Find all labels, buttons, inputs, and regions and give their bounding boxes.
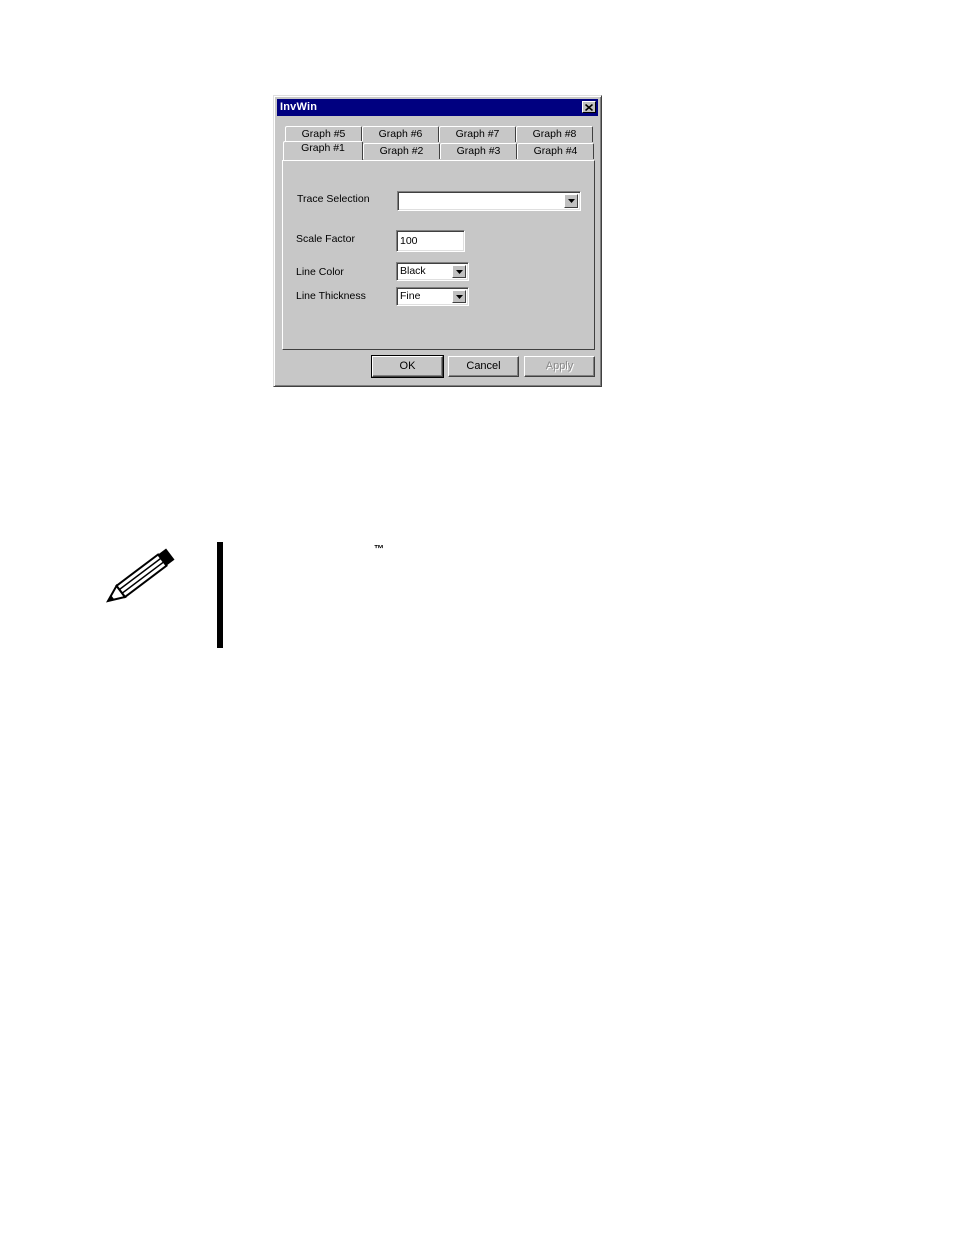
trace-selection-dropdown-button[interactable] — [564, 194, 578, 208]
scale-factor-label: Scale Factor — [296, 233, 355, 245]
tab-graph-1[interactable]: Graph #1 — [283, 141, 363, 160]
pencil-icon — [106, 548, 175, 603]
invwin-dialog: InvWin Graph #5 Graph #6 Graph #7 Graph … — [273, 95, 602, 387]
close-button[interactable] — [582, 101, 596, 113]
ok-button[interactable]: OK — [371, 355, 444, 378]
chevron-down-icon — [455, 269, 463, 274]
cancel-button[interactable]: Cancel — [448, 356, 519, 377]
tab-graph-6[interactable]: Graph #6 — [362, 126, 439, 142]
line-thickness-label: Line Thickness — [296, 290, 366, 302]
title-bar[interactable]: InvWin — [277, 99, 598, 116]
trace-selection-dropdown[interactable] — [397, 191, 581, 211]
dialog-title: InvWin — [280, 101, 318, 113]
tab-graph-7[interactable]: Graph #7 — [439, 126, 516, 142]
line-thickness-dropdown-button[interactable] — [452, 290, 466, 303]
close-icon — [585, 103, 593, 111]
trace-selection-label: Trace Selection — [297, 193, 370, 205]
tab-graph-4[interactable]: Graph #4 — [517, 143, 594, 159]
trademark-symbol: ™ — [374, 544, 384, 555]
note-margin-bar — [217, 542, 223, 648]
apply-button[interactable]: Apply — [524, 356, 595, 377]
tab-graph-2[interactable]: Graph #2 — [363, 143, 440, 159]
chevron-down-icon — [455, 294, 463, 299]
tab-graph-8[interactable]: Graph #8 — [516, 126, 593, 142]
line-color-label: Line Color — [296, 266, 344, 278]
line-thickness-value: Fine — [400, 290, 421, 302]
tab-graph-5[interactable]: Graph #5 — [285, 126, 362, 142]
line-color-value: Black — [400, 265, 426, 277]
line-color-dropdown[interactable]: Black — [396, 262, 469, 281]
tab-panel: Trace Selection Scale Factor 100 Line Co… — [282, 160, 595, 350]
scale-factor-input[interactable]: 100 — [396, 230, 465, 252]
scale-factor-value: 100 — [400, 235, 418, 247]
chevron-down-icon — [567, 199, 575, 203]
line-color-dropdown-button[interactable] — [452, 265, 466, 278]
line-thickness-dropdown[interactable]: Fine — [396, 287, 469, 306]
tab-graph-3[interactable]: Graph #3 — [440, 143, 517, 159]
